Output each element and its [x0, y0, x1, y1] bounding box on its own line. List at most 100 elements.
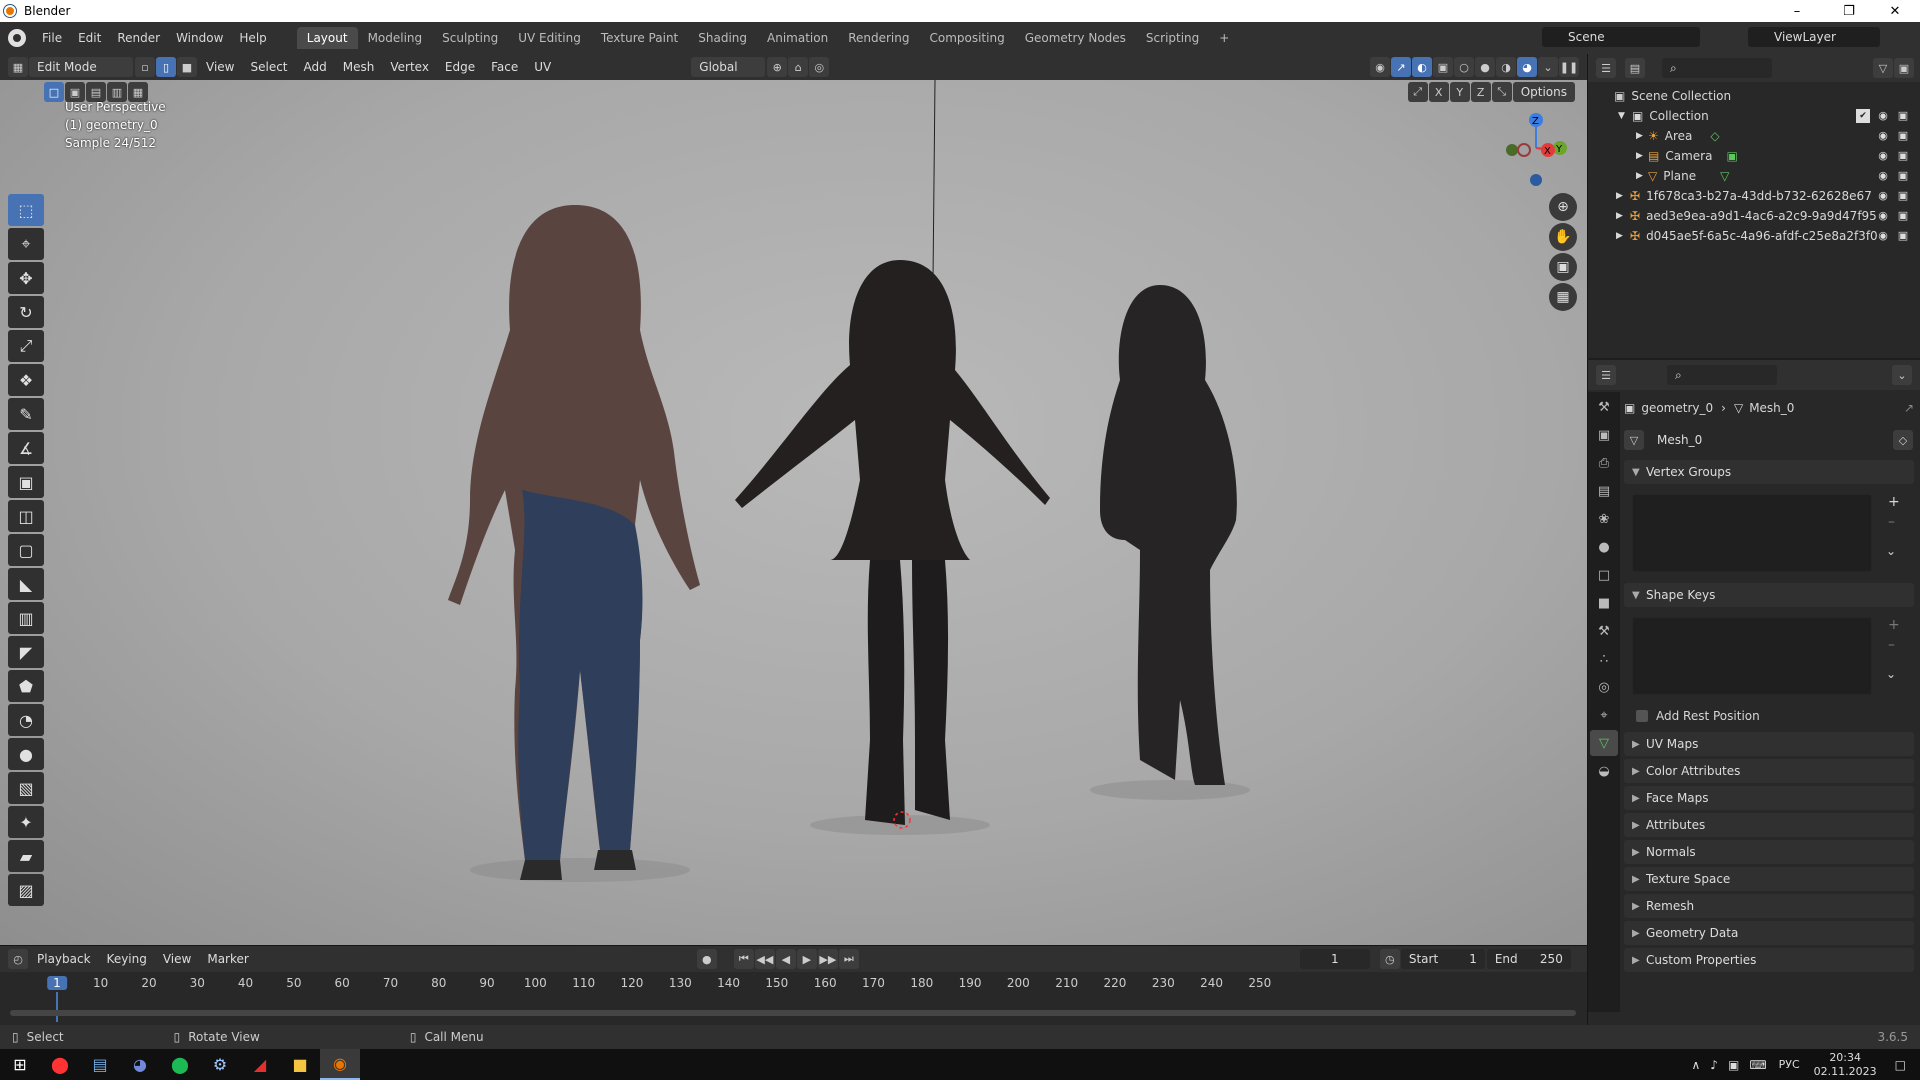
expand-arrow-icon[interactable]: ▶ [1616, 231, 1630, 241]
fake-user-icon[interactable]: ◇ [1893, 430, 1913, 450]
scene-selector[interactable]: Scene [1542, 27, 1700, 47]
add-rest-position-checkbox[interactable] [1636, 710, 1648, 722]
panel-geometry-data[interactable]: ▶ Geometry Data [1624, 921, 1914, 945]
jump-start-icon[interactable]: ⏮ [733, 949, 754, 969]
menu-render[interactable]: Render [109, 27, 168, 49]
notification-icon[interactable]: □ [1895, 1058, 1906, 1072]
discord-icon[interactable]: ◕ [120, 1049, 160, 1080]
tab-compositing[interactable]: Compositing [919, 27, 1014, 49]
play-icon[interactable]: ▶ [796, 949, 817, 969]
expand-arrow-icon[interactable]: ▶ [1616, 191, 1630, 201]
timeline-editor-icon[interactable]: ◴ [8, 949, 28, 969]
input-language[interactable]: РУС [1779, 1058, 1800, 1071]
outliner-item-collection[interactable]: ▼ ▣ Collection ✔ ◉ ▣ [1588, 106, 1920, 126]
panel-custom-properties[interactable]: ▶ Custom Properties [1624, 948, 1914, 972]
playhead-line[interactable] [56, 992, 58, 1022]
panel-attributes[interactable]: ▶ Attributes [1624, 813, 1914, 837]
edge-select-icon[interactable]: ▯ [156, 57, 176, 77]
render-camera-icon[interactable]: ▣ [1896, 169, 1910, 183]
collection-tab-icon[interactable]: □ [1590, 562, 1618, 588]
tool-tab-icon[interactable]: ⚒ [1590, 394, 1618, 420]
pause-render-icon[interactable]: ❚❚ [1559, 57, 1579, 77]
menu-window[interactable]: Window [168, 27, 231, 49]
remove-shape-key-icon[interactable]: – [1888, 637, 1895, 653]
tab-animation[interactable]: Animation [757, 27, 838, 49]
eye-icon[interactable]: ◉ [1876, 109, 1890, 123]
eye-icon[interactable]: ◉ [1876, 149, 1890, 163]
tab-scripting[interactable]: Scripting [1136, 27, 1209, 49]
3d-viewport[interactable]: □ ▣ ▤ ▥ ▦ ⤢ X Y Z ⤡ Options User Perspec… [0, 80, 1587, 945]
outliner-item-object-2[interactable]: ▶ ✠ aed3e9ea-a9d1-4ac6-a2c9-9a9d47f95 ◉ … [1588, 206, 1920, 226]
object-tab-icon[interactable]: ■ [1590, 590, 1618, 616]
physics-tab-icon[interactable]: ◎ [1590, 674, 1618, 700]
blender-menu-icon[interactable] [8, 29, 26, 47]
prev-keyframe-icon[interactable]: ◀◀ [754, 949, 775, 969]
mesh-name-field[interactable]: Mesh_0 [1649, 430, 1887, 450]
menu-view[interactable]: View [198, 60, 242, 74]
overlay-toggle-icon[interactable]: ◐ [1412, 57, 1432, 77]
visibility-icon[interactable]: ◉ [1370, 57, 1390, 77]
tab-modeling[interactable]: Modeling [358, 27, 433, 49]
remove-vertex-group-icon[interactable]: – [1888, 514, 1895, 530]
menu-vertex[interactable]: Vertex [382, 60, 437, 74]
modifier-tab-icon[interactable]: ⚒ [1590, 618, 1618, 644]
proportional-edit-icon[interactable]: ◎ [809, 57, 830, 77]
restore-icon[interactable]: ❐ [1826, 0, 1872, 22]
panel-shape-keys[interactable]: ▼ Shape Keys [1624, 583, 1914, 607]
tab-rendering[interactable]: Rendering [838, 27, 919, 49]
render-camera-icon[interactable]: ▣ [1896, 209, 1910, 223]
solid-shading-icon[interactable]: ● [1475, 57, 1495, 77]
menu-edit[interactable]: Edit [70, 27, 109, 49]
minimize-icon[interactable]: – [1774, 0, 1820, 22]
tab-layout[interactable]: Layout [296, 27, 358, 49]
eye-icon[interactable]: ◉ [1876, 169, 1890, 183]
file-explorer-icon[interactable]: ■ [280, 1049, 320, 1080]
zoom-icon[interactable]: ⊕ [1549, 193, 1577, 221]
mesh-browse-icon[interactable]: ▽ [1624, 430, 1644, 450]
output-tab-icon[interactable]: ⎙ [1590, 450, 1618, 476]
render-camera-icon[interactable]: ▣ [1896, 129, 1910, 143]
tray-expand-icon[interactable]: ∧ [1692, 1058, 1701, 1072]
pan-hand-icon[interactable]: ✋ [1549, 223, 1577, 251]
pin-icon[interactable]: ↗ [1904, 401, 1914, 415]
clock[interactable]: 20:34 02.11.2023 [1814, 1051, 1877, 1079]
shading-options-icon[interactable]: ⌄ [1538, 57, 1558, 77]
outliner-scene-collection[interactable]: ▣ Scene Collection [1588, 86, 1920, 106]
outliner-editor-icon[interactable]: ☰ [1596, 58, 1616, 78]
expand-arrow-icon[interactable]: ▶ [1636, 171, 1648, 181]
menu-timeline-view[interactable]: View [155, 952, 199, 966]
properties-options-icon[interactable]: ⌄ [1892, 365, 1912, 385]
expand-arrow-icon[interactable]: ▶ [1616, 211, 1630, 221]
menu-file[interactable]: File [34, 27, 70, 49]
panel-color-attributes[interactable]: ▶ Color Attributes [1624, 759, 1914, 783]
mail-app-icon[interactable]: ▤ [80, 1049, 120, 1080]
render-camera-icon[interactable]: ▣ [1896, 189, 1910, 203]
tab-shading[interactable]: Shading [688, 27, 757, 49]
menu-select[interactable]: Select [242, 60, 295, 74]
material-tab-icon[interactable]: ◒ [1590, 758, 1618, 784]
render-camera-icon[interactable]: ▣ [1896, 149, 1910, 163]
particles-tab-icon[interactable]: ∴ [1590, 646, 1618, 672]
gizmo-toggle-icon[interactable]: ↗ [1391, 57, 1411, 77]
ortho-grid-icon[interactable]: ▦ [1549, 283, 1577, 311]
render-camera-icon[interactable]: ▣ [1896, 109, 1910, 123]
spotify-icon[interactable]: ⬤ [160, 1049, 200, 1080]
menu-add[interactable]: Add [296, 60, 335, 74]
end-frame-field[interactable]: End 250 [1486, 949, 1571, 969]
panel-face-maps[interactable]: ▶ Face Maps [1624, 786, 1914, 810]
menu-playback[interactable]: Playback [29, 952, 99, 966]
panel-normals[interactable]: ▶ Normals [1624, 840, 1914, 864]
tab-texture-paint[interactable]: Texture Paint [591, 27, 688, 49]
panel-remesh[interactable]: ▶ Remesh [1624, 894, 1914, 918]
constraints-tab-icon[interactable]: ⌖ [1590, 702, 1618, 728]
face-select-icon[interactable]: ■ [177, 57, 197, 77]
material-shading-icon[interactable]: ◑ [1496, 57, 1516, 77]
menu-marker[interactable]: Marker [199, 952, 256, 966]
add-workspace-icon[interactable]: + [1209, 27, 1239, 49]
yandex-browser-icon[interactable]: ⬤ [40, 1049, 80, 1080]
vertex-groups-list[interactable] [1632, 494, 1872, 572]
frame-ruler[interactable]: 1 10 20 30 40 50 60 70 80 90 100 110 120 130 140 150 160… [0, 974, 1587, 1022]
steam-icon[interactable]: ⚙ [200, 1049, 240, 1080]
vertex-select-icon[interactable]: ▫ [135, 57, 155, 77]
world-tab-icon[interactable]: ● [1590, 534, 1618, 560]
